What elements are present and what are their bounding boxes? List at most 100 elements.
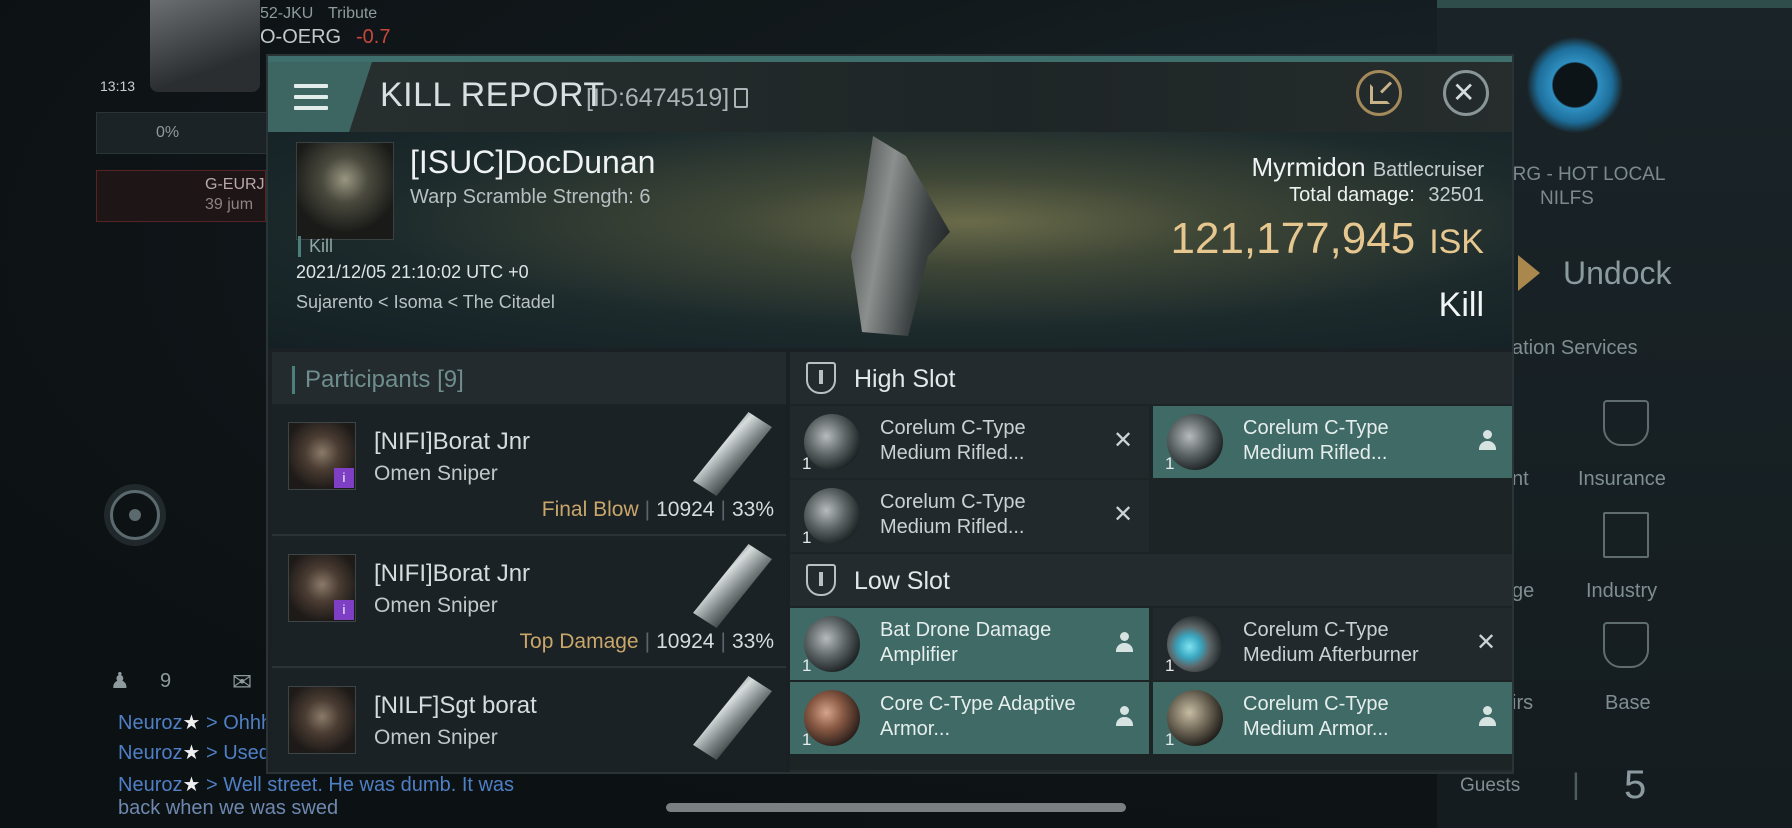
player-portrait[interactable] — [150, 0, 260, 92]
victim-name[interactable]: [ISUC]DocDunan — [410, 144, 655, 181]
ship-type[interactable]: Myrmidon Battlecruiser — [1251, 152, 1484, 183]
participant-ship: Omen Sniper — [374, 462, 498, 485]
module-item[interactable]: 1 Corelum C-Type Medium Rifled... ✕ — [790, 480, 1149, 552]
dropped-pilot-icon — [1115, 706, 1133, 728]
kill-tag: Kill — [298, 236, 333, 257]
isk-value: 121,177,945 ISK — [1171, 214, 1485, 264]
participant-name: [NIFI]Borat Jnr — [374, 428, 531, 455]
person-icon[interactable]: ♟ — [110, 668, 130, 694]
result-label: Kill — [1438, 286, 1484, 324]
total-damage: Total damage: 32501 — [1289, 184, 1484, 207]
service-insurance[interactable]: Insurance — [1578, 468, 1666, 491]
base-icon[interactable] — [1603, 622, 1649, 668]
service-industry[interactable]: Industry — [1586, 580, 1657, 603]
victim-datetime: 2021/12/05 21:10:02 UTC +0 — [296, 262, 529, 282]
isk-unit: ISK — [1429, 223, 1484, 261]
next-slot-header — [790, 770, 1512, 772]
chat-line: Neuroz★ > Well street. He was dumb. It w… — [118, 774, 515, 796]
insurance-icon[interactable] — [1603, 400, 1649, 446]
victim-banner: [ISUC]DocDunan Warp Scramble Strength: 6… — [268, 132, 1512, 348]
participant-ship: Omen Sniper — [374, 726, 498, 749]
total-damage-value: 32501 — [1428, 184, 1484, 206]
participant-row[interactable]: i [NIFI]Borat Jnr Omen Sniper Final Blow… — [272, 406, 786, 536]
target-icon[interactable] — [110, 490, 160, 540]
participant-avatar: i — [288, 554, 356, 622]
chat-line: Neuroz★ > Ohhh — [118, 712, 273, 734]
mail-icon[interactable]: ✉ — [232, 668, 252, 697]
station-name-line2: NILFS — [1540, 188, 1594, 209]
share-icon — [1370, 84, 1390, 104]
service-item[interactable]: nt — [1512, 468, 1529, 491]
hud-system: 52-JKU — [260, 5, 314, 22]
high-slot-header: High Slot — [790, 352, 1512, 404]
destroyed-icon: ✕ — [1112, 427, 1134, 454]
participant-ship: Omen Sniper — [374, 594, 498, 617]
modal-title: KILL REPORT — [380, 76, 605, 114]
ship-render[interactable] — [851, 136, 950, 336]
module-item[interactable]: 1 Corelum C-Type Medium Afterburner ✕ — [1153, 608, 1512, 680]
participant-tag: Final Blow — [541, 498, 639, 521]
victim-location[interactable]: Sujarento < Isoma < The Citadel — [296, 292, 555, 313]
dropped-pilot-icon — [1478, 706, 1496, 728]
module-qty: 1 — [1165, 656, 1175, 675]
victim-avatar[interactable] — [296, 142, 394, 240]
dropped-pilot-icon — [1115, 632, 1133, 654]
pilot-badge-icon: i — [334, 468, 354, 488]
kill-report-id: [ID:6474519] — [586, 84, 730, 112]
module-item[interactable]: 1 Corelum C-Type Medium Rifled... ✕ — [790, 406, 1149, 478]
module-name: Bat Drone Damage Amplifier — [880, 619, 1052, 666]
participant-percent: 33% — [731, 498, 774, 521]
service-item[interactable]: ge — [1512, 580, 1534, 603]
menu-icon — [294, 84, 328, 88]
hud-cargo[interactable] — [96, 112, 276, 154]
participant-tag: Top Damage — [519, 630, 639, 653]
afterburner-icon — [1167, 616, 1223, 672]
destroyed-icon: ✕ — [1112, 501, 1134, 528]
share-button[interactable] — [1356, 70, 1402, 116]
fitting-panel[interactable]: High Slot 1 Corelum C-Type Medium Rifled… — [790, 352, 1512, 772]
module-name: Corelum C-Type Medium Armor... — [1243, 693, 1389, 740]
module-item[interactable]: 1 Corelum C-Type Medium Rifled... — [1153, 406, 1512, 478]
menu-icon — [294, 106, 328, 110]
home-indicator[interactable] — [666, 803, 1126, 812]
close-icon: ✕ — [1452, 77, 1476, 108]
participants-count: [9] — [437, 366, 464, 393]
turret-icon — [1167, 414, 1223, 470]
dropped-pilot-icon — [1478, 430, 1496, 452]
module-item[interactable]: 1 Corelum C-Type Medium Armor... — [1153, 682, 1512, 754]
participant-damage: 10924 — [656, 498, 715, 521]
close-button[interactable]: ✕ — [1443, 70, 1489, 116]
low-slot-title: Low Slot — [854, 567, 950, 595]
weapon-icon — [693, 544, 772, 628]
guests-divider: | — [1572, 768, 1580, 801]
corp-logo — [1520, 30, 1630, 140]
module-name: Corelum C-Type Medium Rifled... — [880, 491, 1026, 538]
copy-icon[interactable] — [734, 88, 748, 108]
isk-amount: 121,177,945 — [1170, 214, 1416, 263]
industry-icon[interactable] — [1603, 512, 1649, 558]
hud-location: O-OERG — [260, 26, 342, 48]
participant-row[interactable]: [NILF]Sgt borat Omen Sniper — [272, 670, 786, 772]
module-name: Corelum C-Type Medium Rifled... — [880, 417, 1026, 464]
low-slot-header: Low Slot — [790, 554, 1512, 606]
victim-subtitle: Warp Scramble Strength: 6 — [410, 186, 651, 208]
service-base[interactable]: Base — [1605, 692, 1651, 715]
high-slot-icon — [806, 362, 836, 394]
ship-name: Myrmidon — [1251, 152, 1366, 182]
undock-arrow-icon[interactable] — [1518, 255, 1540, 291]
menu-icon — [294, 95, 328, 99]
armor-hardener-icon — [804, 690, 860, 746]
undock-button[interactable]: Undock — [1563, 255, 1672, 292]
service-item[interactable]: irs — [1512, 692, 1533, 715]
route-destination: G-EURJ — [205, 176, 265, 193]
module-qty: 1 — [1165, 454, 1175, 473]
hud-tribute[interactable]: Tribute — [328, 5, 377, 23]
participant-name: [NIFI]Borat Jnr — [374, 560, 531, 587]
participants-panel[interactable]: Participants [9] i [NIFI]Borat Jnr Omen … — [272, 352, 786, 772]
station-services-label: ation Services — [1512, 337, 1638, 359]
module-item[interactable]: 1 Bat Drone Damage Amplifier — [790, 608, 1149, 680]
participant-row[interactable]: i [NIFI]Borat Jnr Omen Sniper Top Damage… — [272, 538, 786, 668]
module-name: Core C-Type Adaptive Armor... — [880, 693, 1076, 740]
module-item[interactable]: 1 Core C-Type Adaptive Armor... — [790, 682, 1149, 754]
participant-stats: Top Damage | 10924 | 33% — [519, 630, 774, 653]
